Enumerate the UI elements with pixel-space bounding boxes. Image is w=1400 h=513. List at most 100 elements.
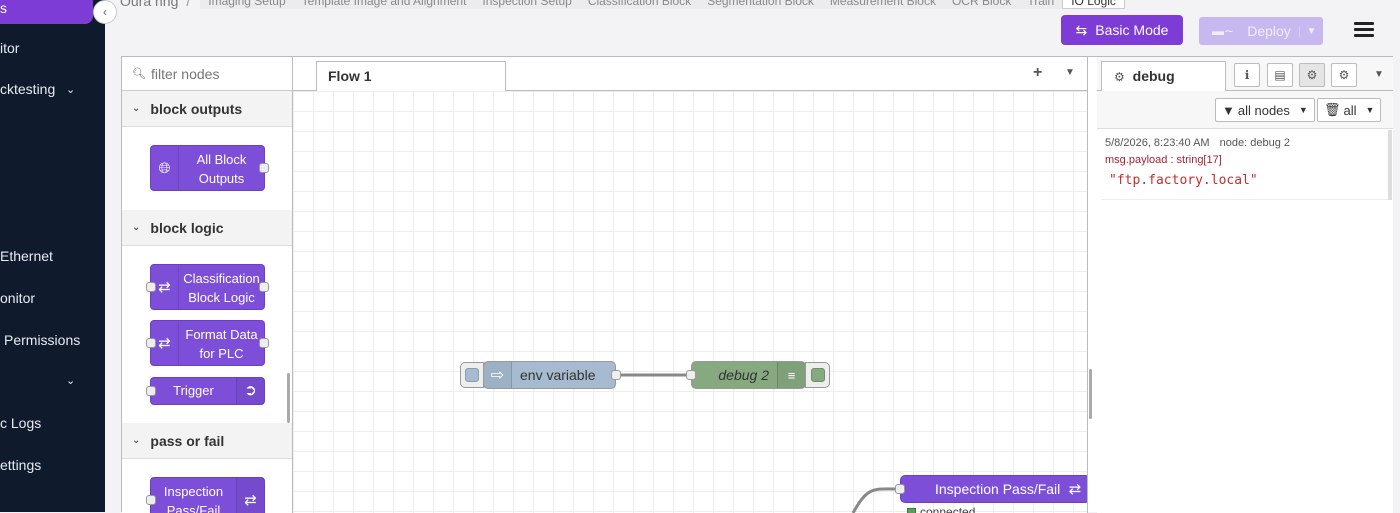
input-port[interactable] <box>895 484 905 494</box>
chevron-down-icon: ⌄ <box>132 435 140 446</box>
debug-message-path: msg.payload : string[17] <box>1105 154 1385 166</box>
category-label: pass or fail <box>150 433 224 449</box>
palette-node-format-data-for-plc[interactable]: ⇄ Format Data for PLC <box>150 320 265 366</box>
shuffle-icon: ⇄ <box>1061 476 1087 502</box>
sidebar-item-ethernet[interactable]: Ethernet <box>0 248 53 264</box>
tab-ocr-block[interactable]: OCR Block <box>944 0 1019 9</box>
category-block-logic[interactable]: ⌄ block logic <box>122 210 292 246</box>
output-port[interactable] <box>259 282 269 292</box>
node-label: env variable <box>520 362 596 388</box>
flow-canvas[interactable]: ⇨ env variable debug 2 ≡ Inspection Pass… <box>293 91 1087 513</box>
basic-mode-label: Basic Mode <box>1095 22 1168 38</box>
tab-imaging-setup[interactable]: Imaging Setup <box>200 0 293 9</box>
filter-label: all nodes <box>1238 103 1290 118</box>
tab-flow-1[interactable]: Flow 1 <box>316 61 506 92</box>
output-port[interactable] <box>611 370 621 380</box>
palette-node-trigger[interactable]: Trigger ➲ <box>150 377 265 405</box>
breadcrumb-separator: / <box>186 0 190 9</box>
flow-node-debug-2[interactable]: debug 2 ≡ <box>691 361 806 389</box>
trash-icon: 🗑︎ <box>1324 102 1341 118</box>
category-block-outputs[interactable]: ⌄ block outputs <box>122 91 292 127</box>
tab-template-image[interactable]: Template Image and Alignment <box>294 0 475 9</box>
swap-icon: ⇆ <box>1076 22 1088 39</box>
wire[interactable] <box>853 489 900 513</box>
sidebar-item-io-monitor[interactable]: onitor <box>0 290 35 306</box>
output-port[interactable] <box>259 163 269 173</box>
palette-node-classification-block-logic[interactable]: ⇄ Classification Block Logic <box>150 264 265 310</box>
palette-scrollbar[interactable] <box>287 373 290 423</box>
chevron-down-icon[interactable]: ⌄ <box>66 374 75 387</box>
input-port[interactable] <box>686 370 696 380</box>
chevron-down-icon[interactable]: ▼ <box>1065 67 1075 78</box>
node-label: Inspection Pass/Fail <box>935 476 1060 502</box>
debug-toggle-button[interactable] <box>805 362 830 388</box>
sidebar-item-monitor[interactable]: itor <box>0 40 19 56</box>
chevron-down-icon[interactable]: ▼ <box>1374 69 1384 80</box>
flow-tab-bar: Flow 1 + ▼ <box>293 57 1087 91</box>
flow-node-env-variable[interactable]: ⇨ env variable <box>483 361 616 389</box>
input-port[interactable] <box>146 386 156 396</box>
tab-measurement-block[interactable]: Measurement Block <box>822 0 944 9</box>
filter-nodes-input[interactable] <box>151 66 281 82</box>
category-pass-or-fail[interactable]: ⌄ pass or fail <box>122 423 292 459</box>
globe-icon: 🌐︎ <box>151 146 179 190</box>
sidebar-item-label: cktesting <box>0 81 55 97</box>
hamburger-menu-icon[interactable] <box>1354 22 1374 38</box>
clear-messages-select[interactable]: 🗑︎ all ▼ <box>1317 98 1381 122</box>
basic-mode-button[interactable]: ⇆ Basic Mode <box>1061 15 1183 45</box>
bug-icon[interactable]: ⚙︎ <box>1299 63 1325 87</box>
tab-segmentation-block[interactable]: Segmentation Block <box>699 0 822 9</box>
sidebar-item-label: Permissions <box>4 332 80 348</box>
node-label-line: Block Logic <box>179 288 264 307</box>
caret-down-icon[interactable]: ▼ <box>1299 26 1323 37</box>
sidebar-item-settings[interactable]: ettings <box>0 457 41 473</box>
search-icon: 🔍︎ <box>132 67 146 80</box>
sidebar-item-permissions[interactable]: Permissions <box>4 332 80 348</box>
node-red-workspace: 🔍︎ ⌄ block outputs 🌐︎ All Block Outputs … <box>121 56 1393 512</box>
tab-classification-block[interactable]: Classification Block <box>580 0 699 9</box>
tab-io-logic[interactable]: IO Logic <box>1062 0 1125 9</box>
sidebar-item-label: ettings <box>0 457 41 473</box>
panel-splitter[interactable] <box>1089 369 1092 419</box>
debug-scrollbar[interactable] <box>1388 130 1392 200</box>
chevron-down-icon[interactable]: ⌄ <box>66 83 75 96</box>
debug-node-name[interactable]: node: debug 2 <box>1220 137 1290 149</box>
project-name[interactable]: Oura ring <box>120 0 178 9</box>
output-port[interactable] <box>259 338 269 348</box>
tab-inspection-setup[interactable]: Inspection Setup <box>474 0 579 9</box>
tab-train[interactable]: Train <box>1019 0 1062 9</box>
flow-node-inspection-pass-fail[interactable]: Inspection Pass/Fail ⇄ <box>900 475 1087 503</box>
debug-toolbar: ▼ all nodes ▼ 🗑︎ all ▼ <box>1097 91 1393 129</box>
node-label: Trigger <box>173 383 214 398</box>
filter-nodes-select[interactable]: ▼ all nodes ▼ <box>1215 98 1315 122</box>
category-label: block logic <box>150 220 223 236</box>
sidebar-item-active[interactable]: s <box>0 0 93 24</box>
input-port[interactable] <box>146 495 156 505</box>
debug-message[interactable]: 5/8/2026, 8:23:40 AM node: debug 2 msg.p… <box>1101 130 1389 200</box>
palette-node-inspection-pass-fail[interactable]: Inspection Pass/Fail ⇄ <box>150 477 265 513</box>
sidebar-tab-bar: ⚙︎ debug ℹ ▤ ⚙︎ ⚙ ▼ <box>1097 57 1393 91</box>
info-icon[interactable]: ℹ <box>1234 63 1260 87</box>
inject-button[interactable] <box>460 362 484 388</box>
book-icon[interactable]: ▤ <box>1267 63 1293 87</box>
palette-filter[interactable]: 🔍︎ <box>122 57 292 91</box>
debug-message-meta: 5/8/2026, 8:23:40 AM node: debug 2 <box>1105 137 1385 149</box>
tab-debug[interactable]: ⚙︎ debug <box>1101 61 1226 92</box>
top-navigation: Oura ring / Imaging Setup Template Image… <box>120 0 1400 12</box>
plus-icon[interactable]: + <box>1033 64 1042 82</box>
deploy-button[interactable]: ▬∼ Deploy ▼ <box>1199 17 1323 45</box>
palette-node-all-block-outputs[interactable]: 🌐︎ All Block Outputs <box>150 145 265 191</box>
input-port[interactable] <box>146 338 156 348</box>
sidebar-item-backtesting[interactable]: cktesting <box>0 81 55 97</box>
wires-layer <box>293 91 1087 513</box>
node-label-line: Pass/Fail <box>151 501 236 513</box>
sidebar-item-logs[interactable]: c Logs <box>0 415 41 431</box>
category-label: block outputs <box>150 101 242 117</box>
debug-message-value[interactable]: "ftp.factory.local" <box>1109 173 1385 188</box>
input-port[interactable] <box>146 282 156 292</box>
chevron-left-icon: ‹ <box>103 5 107 19</box>
node-palette: 🔍︎ ⌄ block outputs 🌐︎ All Block Outputs … <box>122 57 293 513</box>
collapse-sidebar-button[interactable]: ‹ <box>93 0 117 24</box>
node-label-line: Inspection <box>151 482 236 501</box>
gear-icon[interactable]: ⚙ <box>1331 63 1357 87</box>
